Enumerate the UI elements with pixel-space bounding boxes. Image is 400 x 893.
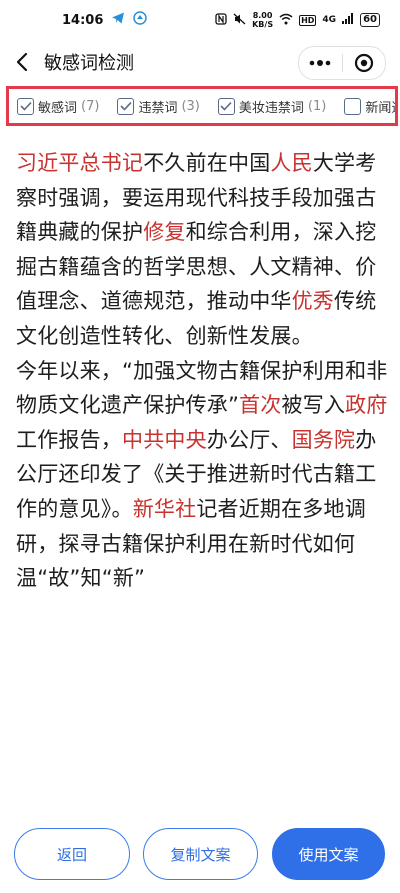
- text-segment: 工作报告，: [16, 427, 122, 452]
- status-left: 14:06: [62, 11, 148, 29]
- battery-indicator: 60: [360, 13, 380, 27]
- filter-count: (7): [81, 98, 100, 114]
- filter-label: 敏感词: [38, 100, 78, 116]
- filter-label: 新闻违禁词: [365, 100, 395, 116]
- page-title: 敏感词检测: [44, 53, 134, 74]
- flagged-word: 新华社: [132, 496, 197, 521]
- back-arrow-icon[interactable]: [2, 40, 42, 84]
- flagged-word: 政府: [345, 393, 388, 418]
- wifi-icon: [279, 13, 293, 28]
- back-button[interactable]: 返回: [14, 828, 130, 880]
- mute-icon: [233, 13, 246, 28]
- flagged-word: 习近平总书记: [16, 151, 144, 175]
- filter-sensitive-words[interactable]: 敏感词 (7): [17, 97, 99, 116]
- text-segment: 被写入: [281, 393, 346, 418]
- filter-cosmetics-prohibited[interactable]: 美妆违禁词 (1): [217, 97, 327, 116]
- more-menu-icon[interactable]: [299, 47, 342, 79]
- filter-label: 美妆违禁词: [238, 100, 304, 116]
- checkbox-unchecked-icon[interactable]: [344, 97, 362, 115]
- filter-count: (1): [307, 98, 327, 114]
- status-time: 14:06: [62, 12, 104, 28]
- checkbox-checked-icon[interactable]: [17, 97, 34, 115]
- status-right: 8.00 KB/S HD 4G 60: [215, 11, 380, 29]
- article-paragraph-2: 今年以来，“加强文物古籍保护利用和非物质文化遗产保护传承”首次被写入政府工作报告…: [16, 354, 388, 596]
- signal-icon: [342, 13, 354, 27]
- filter-label: 违禁词: [138, 100, 178, 116]
- close-miniprogram-icon[interactable]: [343, 47, 386, 79]
- nfc-icon: [215, 12, 227, 28]
- flagged-word: 国务院: [291, 427, 356, 452]
- status-bar: 14:06 8.00 KB/S HD 4G 60: [0, 0, 400, 40]
- filter-bar: 敏感词(7) 违禁词(3) 美妆违禁词(1) 新闻违禁词: [6, 86, 398, 126]
- flagged-word: 人民: [270, 151, 313, 175]
- article-body: 习近平总书记不久前在中国人民大学考察时强调，要运用现代科技手段加强古籍典藏的保护…: [16, 146, 388, 596]
- use-text-button[interactable]: 使用文案: [272, 828, 385, 880]
- checkbox-checked-icon[interactable]: [217, 97, 235, 115]
- miniprogram-capsule: [298, 46, 386, 80]
- checkbox-checked-icon[interactable]: [117, 97, 135, 115]
- flagged-word: 中共中央: [122, 427, 207, 452]
- hd-label: HD: [299, 14, 317, 26]
- filter-count: (3): [181, 98, 200, 114]
- flagged-word: 优秀: [291, 289, 335, 314]
- net-speed: 8.00 KB/S: [252, 11, 273, 29]
- nav-header: 敏感词检测: [0, 40, 400, 84]
- text-segment: 不久前在中国: [143, 151, 271, 175]
- signal-label: 4G: [322, 15, 337, 25]
- text-segment: 办公厅、: [206, 427, 292, 452]
- article-paragraph-1: 习近平总书记不久前在中国人民大学考察时强调，要运用现代科技手段加强古籍典藏的保护…: [16, 146, 388, 354]
- net-speed-unit: KB/S: [252, 20, 274, 29]
- bottom-action-bar: 返回 复制文案 使用文案: [0, 828, 400, 882]
- telegram-icon: [111, 11, 125, 29]
- flagged-word: 修复: [143, 220, 186, 245]
- net-speed-value: 8.00: [252, 11, 273, 20]
- filter-news-prohibited[interactable]: 新闻违禁词: [344, 97, 395, 116]
- filter-prohibited-words[interactable]: 违禁词 (3): [117, 97, 200, 116]
- notification-app-icon: [133, 11, 148, 29]
- flagged-word: 首次: [239, 393, 282, 418]
- copy-text-button[interactable]: 复制文案: [143, 828, 258, 880]
